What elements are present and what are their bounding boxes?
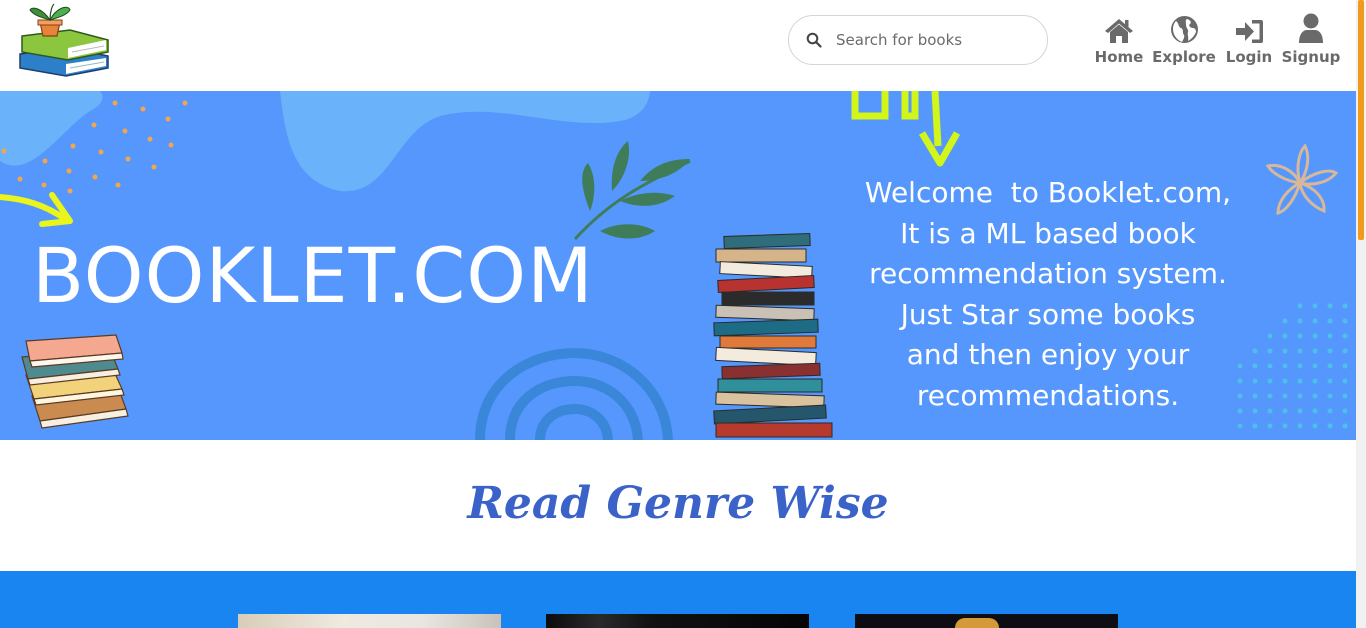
welcome-line: Just Star some books: [900, 297, 1196, 331]
page: Home Explore: [0, 0, 1366, 628]
welcome-line: It is a ML based book: [900, 216, 1196, 250]
books-plant-logo-icon: [19, 3, 109, 77]
nav-signup[interactable]: Signup: [1278, 10, 1344, 66]
flower-decoration: [1265, 143, 1339, 215]
search-input[interactable]: [836, 31, 1026, 49]
nav-explore[interactable]: Explore: [1148, 10, 1220, 66]
user-icon: [1299, 13, 1323, 43]
top-navbar: Home Explore: [0, 0, 1356, 91]
globe-icon: [1170, 16, 1198, 43]
leaf-decoration: [573, 141, 691, 241]
hero-banner: BOOKLET.COM Welcome to Booklet.com, It i…: [0, 91, 1356, 440]
welcome-line: and then enjoy your: [906, 338, 1190, 371]
section-title: Read Genre Wise: [467, 478, 889, 529]
scrollbar-thumb[interactable]: [1358, 0, 1364, 240]
sign-in-icon: [1235, 20, 1263, 43]
nav-home-label: Home: [1094, 48, 1144, 66]
nav-home[interactable]: Home: [1090, 10, 1148, 66]
spiral-decoration: [475, 347, 673, 440]
main-nav: Home Explore Login Signup: [1090, 10, 1344, 66]
book-stack-small: [21, 334, 129, 429]
site-logo[interactable]: [16, 2, 112, 80]
nav-login-label: Login: [1225, 48, 1273, 66]
nav-explore-label: Explore: [1152, 48, 1216, 66]
welcome-line: Welcome to Booklet.com,: [864, 176, 1232, 209]
welcome-line: recommendations.: [916, 378, 1180, 412]
banner-brand-title: BOOKLET.COM: [32, 231, 594, 320]
genre-card-image: [955, 618, 999, 628]
search-icon: [806, 32, 822, 48]
welcome-line: recommendation system.: [869, 257, 1227, 290]
genre-section: [0, 571, 1356, 628]
nav-login[interactable]: Login: [1222, 10, 1276, 66]
banner-welcome-text: Welcome to Booklet.com, It is a ML based…: [838, 173, 1258, 416]
book-stack-tall: [713, 232, 833, 438]
search-box[interactable]: [788, 15, 1048, 65]
genre-card[interactable]: [855, 614, 1118, 628]
genre-card[interactable]: [546, 614, 809, 628]
nav-signup-label: Signup: [1281, 48, 1341, 66]
page-scrollbar[interactable]: [1356, 0, 1366, 628]
genre-card[interactable]: [238, 614, 501, 628]
home-icon: [1105, 19, 1133, 43]
